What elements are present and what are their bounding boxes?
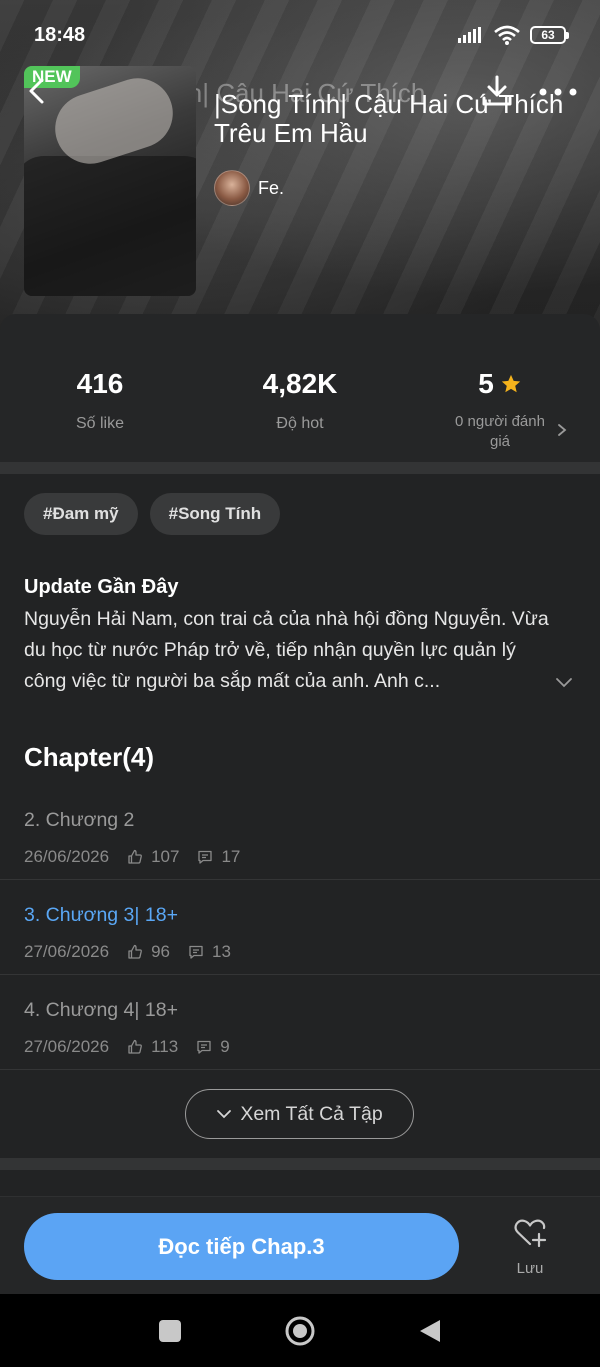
chapter-name[interactable]: 2. Chương 2 xyxy=(24,809,134,832)
stat-likes: 416 Số like xyxy=(0,368,200,434)
chapter-comments: 17 xyxy=(221,847,241,866)
comment-icon xyxy=(197,1040,211,1054)
stats-panel: 416 Số like 4,82K Độ hot 5 0 người đánh … xyxy=(0,314,600,462)
chapter-comments: 13 xyxy=(212,942,231,961)
heart-plus-icon xyxy=(514,1219,547,1248)
likes-label: Số like xyxy=(75,415,125,432)
chapter-likes: 107 xyxy=(151,847,180,866)
save-button[interactable]: Lưu xyxy=(500,1217,560,1279)
chapter-likes: 96 xyxy=(151,942,171,961)
like-icon xyxy=(128,944,142,959)
chapter-date: 27/06/2026 xyxy=(24,942,110,961)
continue-reading-label: Đọc tiếp Chap.3 xyxy=(158,1233,325,1259)
wifi-icon xyxy=(494,25,520,45)
tag-song-tinh[interactable]: #Song Tính xyxy=(149,493,281,535)
rating-value: 5 xyxy=(478,368,494,399)
see-all-label: Xem Tất Cả Tập xyxy=(240,1102,383,1125)
chapter-name[interactable]: 3. Chương 3| 18+ xyxy=(24,904,178,927)
chapters-title: Chapter(4) xyxy=(24,742,155,772)
see-all-chapters-button[interactable]: Xem Tất Cả Tập xyxy=(185,1089,414,1139)
chapter-meta: 27/06/2026 113 9 xyxy=(24,1037,230,1057)
signal-icon xyxy=(458,27,481,43)
hot-value: 4,82K xyxy=(262,368,338,399)
save-label: Lưu xyxy=(516,1260,544,1277)
like-icon xyxy=(128,1039,142,1054)
chapter-date: 27/06/2026 xyxy=(24,1037,110,1056)
chapter-name[interactable]: 4. Chương 4| 18+ xyxy=(24,999,178,1022)
book-title: |Song Tính| Cậu Hai Cứ Thích Trêu Em Hầu xyxy=(214,89,564,148)
chapter-row[interactable]: 3. Chương 3| 18+ 27/06/2026 96 13 xyxy=(0,880,600,975)
star-icon xyxy=(501,374,520,393)
hot-label: Độ hot xyxy=(276,415,324,432)
section-divider xyxy=(0,1158,600,1170)
rating-label: 0 người đánh giá xyxy=(455,413,545,450)
author-name[interactable]: Fe. xyxy=(258,178,284,199)
tag-list: #Đam mỹ #Song Tính xyxy=(24,493,281,535)
system-nav-bar xyxy=(0,1294,600,1367)
battery-icon: 63 xyxy=(530,26,569,44)
comment-icon xyxy=(198,850,213,864)
battery-level: 63 xyxy=(541,28,555,42)
chapter-row[interactable]: 4. Chương 4| 18+ 27/06/2026 113 9 xyxy=(0,975,600,1070)
update-title: Update Gần Đây xyxy=(24,576,179,598)
chapter-meta: 27/06/2026 96 13 xyxy=(24,942,231,962)
back-nav-button[interactable] xyxy=(418,1318,442,1344)
status-icons: 63 xyxy=(458,25,569,45)
description: Nguyễn Hải Nam, con trai cả của nhà hội … xyxy=(24,608,549,692)
stat-rating[interactable]: 5 0 người đánh giá xyxy=(400,368,600,452)
status-bar: 18:48 63 xyxy=(0,0,600,70)
recent-apps-button[interactable] xyxy=(159,1320,181,1342)
comment-icon xyxy=(189,945,203,959)
likes-value: 416 xyxy=(76,368,124,399)
stat-hot: 4,82K Độ hot xyxy=(200,368,400,434)
home-button[interactable] xyxy=(284,1315,316,1347)
chapter-row[interactable]: 2. Chương 2 26/06/2026 107 17 xyxy=(0,785,600,880)
chevron-down-icon[interactable] xyxy=(555,676,573,690)
chevron-right-icon[interactable] xyxy=(555,422,569,438)
avatar[interactable] xyxy=(214,170,250,206)
chapter-likes: 113 xyxy=(151,1037,179,1056)
chapter-meta: 26/06/2026 107 17 xyxy=(24,847,240,867)
author[interactable]: Fe. xyxy=(214,170,284,206)
chapter-comments: 9 xyxy=(220,1037,230,1056)
back-icon[interactable] xyxy=(22,76,52,106)
continue-reading-button[interactable]: Đọc tiếp Chap.3 xyxy=(24,1213,459,1280)
like-icon xyxy=(128,849,142,864)
book-header: 18:48 63 |Song Tính| Cậu Hai Cứ Thích NE… xyxy=(0,0,600,330)
section-divider xyxy=(0,462,600,474)
chevron-down-icon xyxy=(217,1110,232,1119)
chapter-date: 26/06/2026 xyxy=(24,847,110,866)
tag-dam-my[interactable]: #Đam mỹ xyxy=(24,493,138,535)
status-time: 18:48 xyxy=(34,23,86,46)
bottom-action-bar: Đọc tiếp Chap.3 Lưu xyxy=(0,1196,600,1294)
